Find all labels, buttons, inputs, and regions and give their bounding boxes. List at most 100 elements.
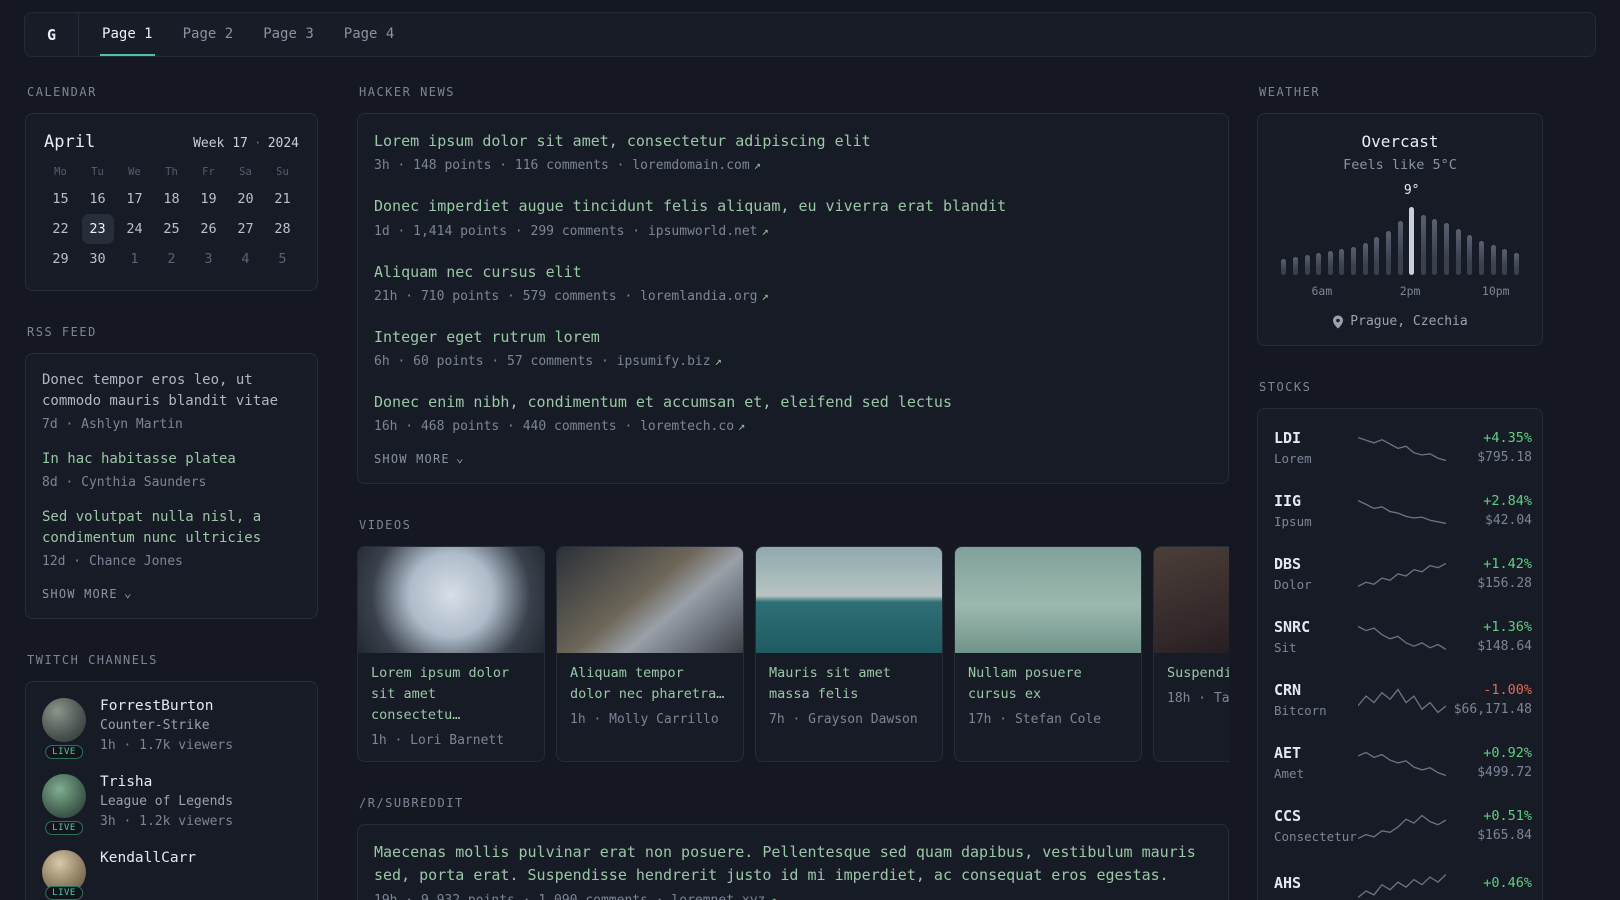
hn-item-source[interactable]: loremlandia.org bbox=[640, 289, 757, 304]
stock-sparkline bbox=[1358, 685, 1446, 715]
calendar-day[interactable]: 19 bbox=[193, 184, 225, 214]
weather-bar bbox=[1290, 203, 1302, 275]
nav-tab-1[interactable]: Page 1 bbox=[100, 13, 155, 56]
video-card[interactable]: Nullam posuere cursus ex 17h · Stefan Col… bbox=[954, 546, 1142, 763]
twitch-channel-name[interactable]: Trisha bbox=[100, 774, 233, 790]
video-title[interactable]: Aliquam tempor dolor nec pharetra… bbox=[557, 653, 743, 705]
hn-item-title[interactable]: Donec enim nibh, condimentum et accumsan… bbox=[374, 391, 1212, 414]
video-card[interactable]: Suspendisse diam 18h · Tara bbox=[1153, 546, 1229, 763]
rss-show-more-label: SHOW MORE bbox=[42, 587, 118, 601]
calendar-day[interactable]: 1 bbox=[119, 244, 151, 274]
stock-row[interactable]: AHS +0.46% bbox=[1274, 857, 1532, 900]
left-column: CALENDAR April Week 17 · 2024 Mo Tu We Th Fr Sa… bbox=[25, 85, 318, 900]
hn-item: Donec imperdiet augue tincidunt felis al… bbox=[374, 195, 1212, 238]
twitch-card: LIVE ForrestBurton Counter-Strike 1h · 1.7k… bbox=[25, 681, 318, 900]
weather-bar-fill bbox=[1432, 219, 1438, 275]
calendar-day[interactable]: 24 bbox=[119, 214, 151, 244]
calendar-day[interactable]: 4 bbox=[230, 244, 262, 274]
hn-item-title[interactable]: Lorem ipsum dolor sit amet, consectetur … bbox=[374, 130, 1212, 153]
stock-sparkline bbox=[1358, 496, 1446, 526]
hn-item-source[interactable]: ipsumworld.net bbox=[648, 224, 758, 239]
weather-bar-fill bbox=[1316, 253, 1322, 275]
calendar-day[interactable]: 18 bbox=[156, 184, 188, 214]
stock-sparkline bbox=[1358, 811, 1446, 841]
weather-bar-fill bbox=[1502, 249, 1508, 275]
weather-bar bbox=[1336, 203, 1348, 275]
rss-show-more-button[interactable]: SHOW MORE ⌄ bbox=[42, 587, 133, 601]
rss-item: Sed volutpat nulla nisl, a condimentum n… bbox=[42, 507, 301, 569]
twitch-channel[interactable]: LIVE KendallCarr bbox=[42, 850, 301, 900]
section-title-calendar: CALENDAR bbox=[27, 85, 97, 99]
hn-show-more-button[interactable]: SHOW MORE ⌄ bbox=[374, 452, 465, 466]
app-logo[interactable]: G bbox=[47, 13, 80, 56]
stock-sparkline-chart bbox=[1358, 499, 1446, 524]
calendar-day[interactable]: 28 bbox=[267, 214, 299, 244]
stock-name: Bitcorn bbox=[1274, 703, 1327, 718]
calendar-year: 2024 bbox=[267, 136, 299, 151]
calendar-day[interactable]: 3 bbox=[193, 244, 225, 274]
twitch-channel-name[interactable]: KendallCarr bbox=[100, 850, 196, 866]
video-title[interactable]: Nullam posuere cursus ex bbox=[955, 653, 1141, 705]
stock-row[interactable]: DBS Dolor +1.42% $156.28 bbox=[1274, 542, 1532, 605]
subreddit-item-source[interactable]: loremnet.xyz bbox=[671, 893, 765, 900]
stock-name: Dolor bbox=[1274, 577, 1312, 592]
hn-item-title[interactable]: Aliquam nec cursus elit bbox=[374, 261, 1212, 284]
video-title[interactable]: Mauris sit amet massa felis bbox=[756, 653, 942, 705]
calendar-day[interactable]: 5 bbox=[267, 244, 299, 274]
calendar-day[interactable]: 22 bbox=[45, 214, 77, 244]
hn-item-source[interactable]: loremdomain.com bbox=[632, 158, 749, 173]
stock-row[interactable]: IIG Ipsum +2.84% $42.04 bbox=[1274, 479, 1532, 542]
main-content: CALENDAR April Week 17 · 2024 Mo Tu We Th Fr Sa… bbox=[0, 57, 1620, 900]
stock-price: $148.64 bbox=[1477, 639, 1532, 654]
videos-row[interactable]: Lorem ipsum dolor sit amet consectetu… 1h… bbox=[357, 546, 1229, 763]
hn-item-source[interactable]: loremtech.co bbox=[640, 419, 734, 434]
twitch-channel[interactable]: LIVE ForrestBurton Counter-Strike 1h · 1.7k… bbox=[42, 698, 301, 759]
stock-price: $42.04 bbox=[1485, 513, 1532, 528]
video-thumbnail bbox=[557, 547, 743, 654]
calendar-day[interactable]: 25 bbox=[156, 214, 188, 244]
stock-row[interactable]: LDI Lorem +4.35% $795.18 bbox=[1274, 416, 1532, 479]
calendar-day[interactable]: 26 bbox=[193, 214, 225, 244]
stock-row[interactable]: SNRC Sit +1.36% $148.64 bbox=[1274, 605, 1532, 668]
calendar-day[interactable]: 15 bbox=[45, 184, 77, 214]
hn-item-title[interactable]: Donec imperdiet augue tincidunt felis al… bbox=[374, 195, 1212, 218]
subreddit-item-title[interactable]: Maecenas mollis pulvinar erat non posuer… bbox=[374, 841, 1212, 888]
twitch-channel-name[interactable]: ForrestBurton bbox=[100, 698, 233, 714]
rss-item-title[interactable]: In hac habitasse platea bbox=[42, 449, 301, 470]
nav-tab-3[interactable]: Page 3 bbox=[261, 13, 316, 56]
calendar-day[interactable]: 29 bbox=[45, 244, 77, 274]
calendar-day[interactable]: 21 bbox=[267, 184, 299, 214]
stock-row[interactable]: CRN Bitcorn -1.00% $66,171.48 bbox=[1274, 668, 1532, 731]
calendar-day[interactable]: 20 bbox=[230, 184, 262, 214]
stock-row[interactable]: AET Amet +0.92% $499.72 bbox=[1274, 731, 1532, 794]
stock-sparkline-chart bbox=[1358, 751, 1446, 776]
calendar-day[interactable]: 2 bbox=[156, 244, 188, 274]
stock-row[interactable]: CCS Consectetur +0.51% $165.84 bbox=[1274, 794, 1532, 857]
rss-item-title[interactable]: Donec tempor eros leo, ut commodo mauris… bbox=[42, 370, 301, 412]
calendar-day[interactable]: 17 bbox=[119, 184, 151, 214]
video-card[interactable]: Mauris sit amet massa felis 7h · Grayson … bbox=[755, 546, 943, 763]
video-title[interactable]: Lorem ipsum dolor sit amet consectetu… bbox=[358, 653, 544, 726]
hn-item: Aliquam nec cursus elit 21h · 710 points … bbox=[374, 261, 1212, 304]
calendar-day[interactable]: 27 bbox=[230, 214, 262, 244]
video-meta: 1h · Lori Barnett bbox=[371, 733, 505, 749]
hn-item-title[interactable]: Integer eget rutrum lorem bbox=[374, 326, 1212, 349]
weather-bar-fill bbox=[1467, 235, 1473, 275]
calendar-day[interactable]: 16 bbox=[82, 184, 114, 214]
calendar-day[interactable]: 30 bbox=[82, 244, 114, 274]
top-bar: G Page 1 Page 2 Page 3 Page 4 bbox=[24, 12, 1596, 57]
nav-tab-2[interactable]: Page 2 bbox=[181, 13, 236, 56]
video-card[interactable]: Lorem ipsum dolor sit amet consectetu… 1h… bbox=[357, 546, 545, 763]
calendar-day[interactable]: 23 bbox=[81, 214, 114, 244]
rss-item-meta: 7d · Ashlyn Martin bbox=[42, 417, 183, 432]
twitch-channel-meta: 3h · 1.2k viewers bbox=[100, 814, 234, 829]
weather-location: Prague, Czechia bbox=[1350, 314, 1468, 329]
nav-tab-4[interactable]: Page 4 bbox=[342, 13, 397, 56]
video-title[interactable]: Suspendisse diam bbox=[1154, 653, 1229, 684]
video-card[interactable]: Aliquam tempor dolor nec pharetra… 1h · M… bbox=[556, 546, 744, 763]
hn-item-source[interactable]: ipsumify.biz bbox=[617, 354, 711, 369]
twitch-channel[interactable]: LIVE Trisha League of Legends 3h · 1.2k vie… bbox=[42, 774, 301, 835]
rss-item-title[interactable]: Sed volutpat nulla nisl, a condimentum n… bbox=[42, 507, 301, 549]
subreddit-item-meta: 19h · 9,932 points · 1,090 comments · lo… bbox=[374, 893, 1212, 900]
stock-change: +1.36% bbox=[1483, 619, 1532, 635]
